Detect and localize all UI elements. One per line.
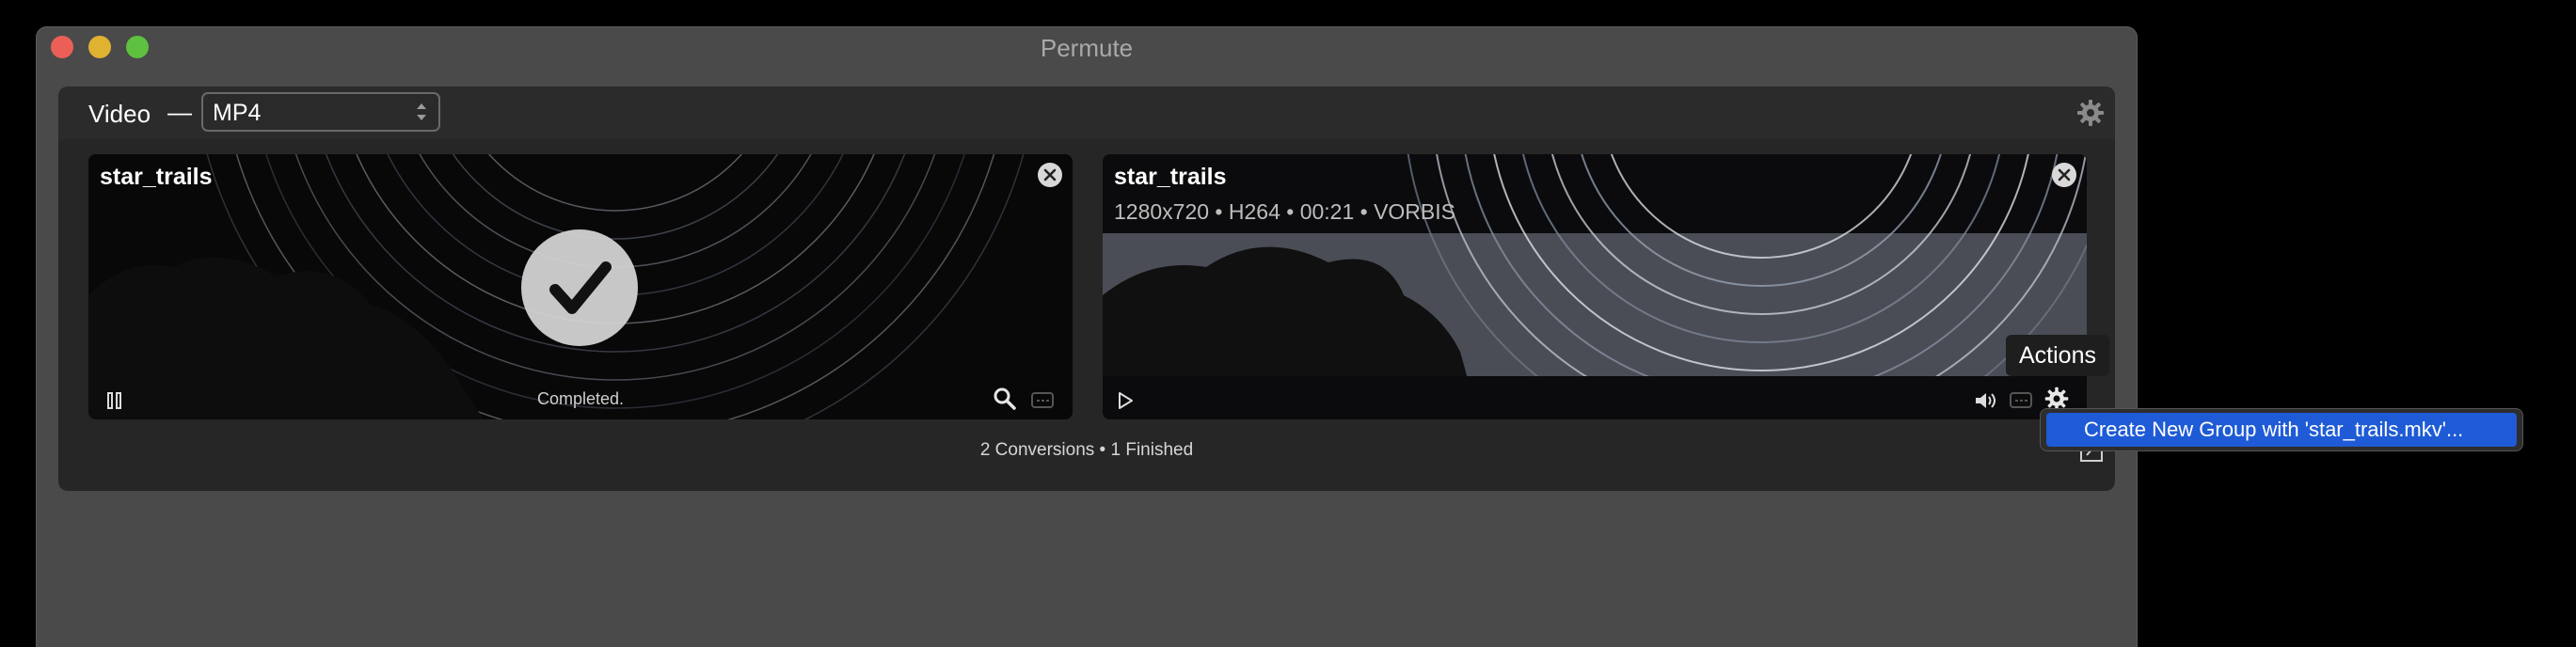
conversion-summary: 2 Conversions • 1 Finished: [979, 440, 1194, 460]
play-icon[interactable]: [1112, 387, 1138, 414]
search-icon[interactable]: [992, 386, 1018, 412]
format-value: MP4: [213, 100, 262, 126]
actions-menu: Create New Group with 'star_trails.mkv'.…: [2040, 408, 2523, 451]
close-icon[interactable]: [2051, 162, 2077, 188]
app-window: Permute Video — MP4 star_trails Complete…: [36, 26, 2138, 647]
actions-tooltip: Actions: [2006, 335, 2109, 376]
separator: —: [167, 98, 192, 126]
card-title: star_trails: [1114, 164, 1227, 190]
conversion-card-pending[interactable]: star_trails 1280x720 • H264 • 00:21 • VO…: [1103, 154, 2087, 419]
pause-icon[interactable]: [102, 387, 128, 414]
checkmark-icon: [549, 261, 612, 314]
completed-badge: [521, 229, 638, 346]
gear-icon[interactable]: [2075, 98, 2106, 128]
chevron-updown-icon: [417, 103, 426, 120]
conversion-panel: Video — MP4 star_trails Completed. star_…: [58, 87, 2115, 491]
close-icon[interactable]: [1037, 162, 1063, 188]
format-select[interactable]: MP4: [201, 92, 440, 132]
card-title: star_trails: [100, 164, 213, 190]
media-info: 1280x720 • H264 • 00:21 • VORBIS: [1114, 199, 1455, 224]
subtitles-icon[interactable]: [1029, 387, 1056, 414]
media-type-label: Video: [88, 100, 151, 128]
subtitles-icon[interactable]: [2008, 387, 2034, 414]
volume-icon[interactable]: [1972, 387, 1998, 414]
screen: Permute Video — MP4 star_trails Complete…: [0, 0, 2576, 647]
conversion-card-completed[interactable]: star_trails Completed.: [88, 154, 1073, 419]
video-thumbnail: [1103, 154, 2087, 419]
conversion-status: Completed.: [536, 389, 625, 408]
window-title: Permute: [1040, 34, 1134, 62]
panel-toolbar: Video — MP4: [58, 87, 2115, 139]
titlebar: Permute: [36, 26, 2138, 68]
menu-item-create-group[interactable]: Create New Group with 'star_trails.mkv'.…: [2046, 413, 2517, 447]
